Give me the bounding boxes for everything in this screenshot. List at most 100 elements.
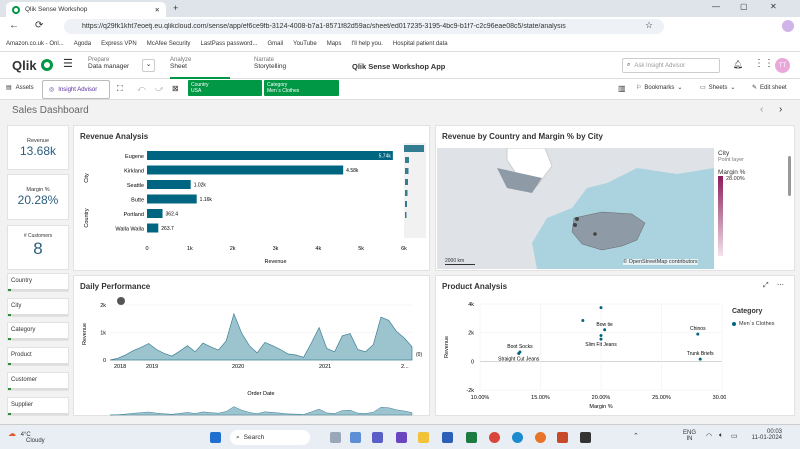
insight-advisor-button[interactable]: ◎ Insight Advisor: [42, 80, 110, 99]
product-scatter-chart[interactable]: 4k 2k 0 -2k10.00% 15.00% 20.00% 25.00% 30.00% Ma…: [436, 296, 726, 416]
more-options-icon[interactable]: ⋯: [777, 281, 784, 289]
daily-area-chart[interactable]: 0 1k 2k (0) 2018 2019 2020 2021 2... Order Date Re…: [74, 294, 429, 416]
taskbar-search[interactable]: ⌕ Search: [230, 430, 310, 445]
filter-category[interactable]: Category: [7, 322, 69, 341]
nav-prepare[interactable]: Prepare Data manager: [88, 57, 143, 70]
close-window-icon[interactable]: ✕: [770, 2, 777, 11]
kpi-customers[interactable]: # Customers 8: [7, 225, 69, 270]
previous-sheet-icon[interactable]: ‹: [760, 104, 763, 115]
x-tick-label: 2...: [401, 364, 409, 370]
kpi-margin[interactable]: Margin % 20.28%: [7, 174, 69, 220]
assets-button[interactable]: ▤ Assets: [6, 84, 34, 92]
back-icon[interactable]: ←: [9, 20, 19, 31]
expand-icon[interactable]: ⤢: [763, 282, 769, 290]
battery-icon[interactable]: ▭: [731, 432, 738, 440]
bookmark-item[interactable]: Maps: [327, 41, 342, 47]
legend-item[interactable]: Men´s Clothes: [732, 321, 774, 327]
revenue-bar-chart[interactable]: Eugene 5.74k Kirkland 4.58k Seattle 1.02k Butt…: [74, 143, 429, 271]
new-tab-icon[interactable]: +: [173, 3, 178, 13]
bookmark-item[interactable]: Amazon.co.uk - Onl...: [6, 41, 64, 47]
bookmark-item[interactable]: YouTube: [293, 41, 317, 47]
insight-search-input[interactable]: ⌕ Ask Insight Advisor: [622, 58, 720, 73]
selection-chip-category[interactable]: Category Men´s Clothes: [264, 80, 339, 96]
volume-icon[interactable]: 🔈︎: [719, 432, 723, 440]
selection-chip-country[interactable]: Country USA: [188, 80, 262, 96]
filter-city[interactable]: City: [7, 298, 69, 317]
bookmark-item[interactable]: Gmail: [267, 41, 283, 47]
clear-selections-icon[interactable]: ⊠: [172, 84, 179, 93]
profile-icon[interactable]: [782, 20, 794, 32]
bookmarks-button[interactable]: ⚐ Bookmarks ⌄: [636, 84, 682, 92]
edge-app-icon[interactable]: [512, 432, 523, 443]
widget-app-icon[interactable]: [330, 432, 341, 443]
taskbar-search-label: Search: [243, 434, 265, 441]
bell-icon[interactable]: 🔔︎: [733, 60, 743, 69]
edit-sheet-button[interactable]: ✎ Edit sheet: [752, 84, 787, 92]
next-sheet-icon[interactable]: ›: [779, 104, 782, 115]
files-app-icon[interactable]: [350, 432, 361, 443]
map-credit[interactable]: © OpenStreetMap contributors: [623, 259, 698, 265]
y-tick-label: 1k: [100, 331, 106, 337]
usa-shape: [571, 211, 646, 251]
filter-product[interactable]: Product: [7, 347, 69, 366]
weather-widget[interactable]: ☁ 4°C Cloudy: [8, 429, 45, 444]
bar-value-label: 5.74k: [379, 154, 392, 160]
bookmark-item[interactable]: Hospital patient data: [393, 41, 448, 47]
chevron-down-icon[interactable]: ⌄: [142, 59, 155, 72]
filter-customer[interactable]: Customer: [7, 372, 69, 391]
bookmark-item[interactable]: Express VPN: [101, 41, 137, 47]
language-indicator[interactable]: ENG IN: [683, 430, 696, 442]
daily-performance-panel[interactable]: Daily Performance 0 1k 2k (0) 2018 2019 2020 20…: [73, 275, 430, 416]
product-analysis-panel[interactable]: Product Analysis ⤢ ⋯ 4k 2k 0 -2k 10.00% 15.00…: [435, 275, 795, 416]
filter-country[interactable]: Country: [7, 273, 69, 292]
word-app-icon[interactable]: [442, 432, 453, 443]
star-icon[interactable]: ☆: [645, 20, 653, 31]
map-scrollbar[interactable]: [788, 156, 791, 196]
smart-search-icon[interactable]: ⛶: [117, 84, 123, 94]
app-title[interactable]: Qlik Sense Workshop App: [352, 62, 445, 71]
teams-app-icon[interactable]: [396, 432, 407, 443]
nav-analyze[interactable]: Analyze Sheet: [170, 57, 230, 79]
avatar[interactable]: TT: [775, 58, 790, 73]
nav-narrate[interactable]: Narrate Storytelling: [254, 57, 314, 70]
map-legend: City Point layer Margin % 28.00%: [718, 150, 788, 256]
step-back-icon[interactable]: ⤺: [137, 84, 146, 94]
revenue-analysis-panel[interactable]: Revenue Analysis Eugene 5.74k Kirkland 4.58…: [73, 125, 430, 271]
x-tick-label: 2019: [146, 364, 158, 370]
grid-icon[interactable]: ⋮⋮: [754, 58, 774, 69]
city-point[interactable]: [575, 217, 579, 221]
menu-icon[interactable]: ☰: [63, 57, 73, 70]
scatter-point: [698, 357, 702, 361]
filter-supplier[interactable]: Supplier: [7, 397, 69, 416]
refresh-icon[interactable]: ⟳: [35, 20, 43, 31]
excel-app-icon[interactable]: [466, 432, 477, 443]
wifi-icon[interactable]: ◠: [706, 432, 712, 440]
city-point[interactable]: [573, 223, 577, 227]
bookmark-item[interactable]: Agoda: [74, 41, 91, 47]
map-view[interactable]: 2000 km © OpenStreetMap contributors: [437, 148, 714, 269]
kpi-revenue[interactable]: Revenue 13.68k: [7, 125, 69, 170]
powerpoint-app-icon[interactable]: [557, 432, 568, 443]
close-tab-icon[interactable]: ✕: [155, 6, 160, 14]
view-options-icon[interactable]: ▥: [618, 84, 626, 93]
step-forward-icon[interactable]: ⤻: [155, 84, 164, 94]
qlik-logo[interactable]: Qlik: [12, 58, 37, 73]
bookmark-item[interactable]: LastPass password...: [200, 41, 257, 47]
firefox-app-icon[interactable]: [535, 432, 546, 443]
city-point[interactable]: [593, 232, 597, 236]
chevron-up-icon[interactable]: ⌃: [633, 432, 639, 440]
chrome-app-icon[interactable]: [489, 432, 500, 443]
url-input[interactable]: https://q29fk1kht7eoetj.eu.qlikcloud.com…: [64, 19, 664, 34]
start-icon[interactable]: [210, 432, 221, 443]
explorer-app-icon[interactable]: [418, 432, 429, 443]
maximize-icon[interactable]: ▢: [740, 2, 748, 11]
sheets-button[interactable]: ▭ Sheets ⌄: [700, 84, 735, 92]
browser-tab[interactable]: Qlik Sense Workshop ✕: [6, 2, 166, 17]
bookmark-item[interactable]: McAfee Security: [147, 41, 191, 47]
terminal-app-icon[interactable]: [580, 432, 591, 443]
bookmark-item[interactable]: I'll help you.: [351, 41, 383, 47]
clock[interactable]: 00:03 11-01-2024: [748, 429, 782, 441]
minimize-icon[interactable]: —: [712, 2, 720, 11]
map-panel[interactable]: Revenue by Country and Margin % by City …: [435, 125, 795, 271]
chat-app-icon[interactable]: [372, 432, 383, 443]
